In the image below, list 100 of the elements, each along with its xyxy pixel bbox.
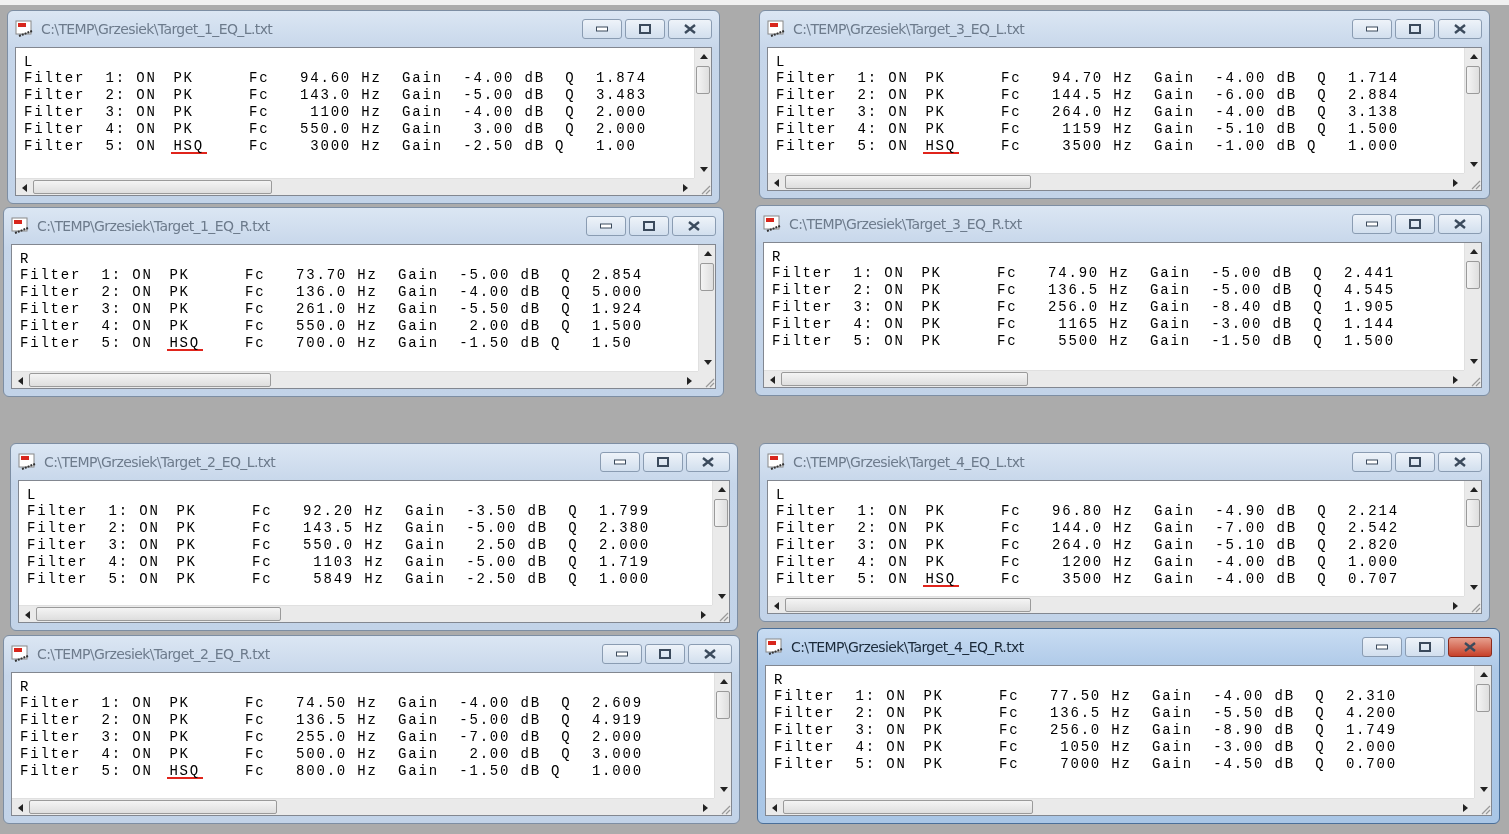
app-icon <box>11 217 31 235</box>
filter-label: Filter 1: ON <box>776 503 909 521</box>
close-button[interactable] <box>668 19 712 39</box>
left-arrow-icon <box>772 803 777 812</box>
resize-grip-icon[interactable] <box>699 183 711 195</box>
filter-type: PK <box>922 725 945 740</box>
scrollbar-thumb[interactable] <box>785 598 1031 612</box>
app-icon <box>767 20 787 38</box>
scrollbar-thumb[interactable] <box>29 373 272 387</box>
close-icon <box>688 221 700 231</box>
filter-parameters: Fc 1100 Hz Gain -4.00 dB Q 2.000 <box>249 104 647 122</box>
filter-type: PK <box>175 557 198 572</box>
resize-grip-icon[interactable] <box>1469 375 1481 387</box>
maximize-icon <box>657 457 669 467</box>
filter-type: PK <box>924 124 947 139</box>
filter-parameters: Fc 261.0 Hz Gain -5.50 dB Q 1.924 <box>245 301 643 319</box>
scrollbar-thumb[interactable] <box>716 691 730 719</box>
filter-label: Filter 5: ON <box>27 571 160 589</box>
close-button[interactable] <box>1438 452 1482 472</box>
filter-type: PK <box>920 285 943 300</box>
filter-label: Filter 3: ON <box>774 722 907 740</box>
maximize-button[interactable] <box>1405 637 1445 657</box>
filter-label: Filter 3: ON <box>776 537 909 555</box>
resize-grip-icon[interactable] <box>1479 803 1491 815</box>
filter-type: PK <box>168 749 191 764</box>
filter-label: Filter 5: ON <box>776 571 909 589</box>
filter-label: Filter 2: ON <box>772 282 905 300</box>
app-icon <box>15 20 35 38</box>
resize-grip-icon[interactable] <box>717 610 729 622</box>
up-arrow-icon <box>1469 487 1478 492</box>
minimize-icon <box>1366 26 1378 32</box>
resize-grip-icon[interactable] <box>1469 601 1481 613</box>
scrollbar-thumb[interactable] <box>1466 66 1480 94</box>
window-title: C:\TEMP\Grzesiek\Target_4_EQ_L.txt <box>793 454 1025 470</box>
filter-label: Filter 5: ON <box>20 335 153 353</box>
filter-label: Filter 4: ON <box>24 121 157 139</box>
maximize-button[interactable] <box>1395 19 1435 39</box>
filter-type: PK <box>922 708 945 723</box>
filter-label: Filter 1: ON <box>20 695 153 713</box>
filter-parameters: Fc 73.70 Hz Gain -5.00 dB Q 2.854 <box>245 267 643 285</box>
filter-label: Filter 4: ON <box>776 554 909 572</box>
maximize-button[interactable] <box>643 452 683 472</box>
scrollbar-thumb[interactable] <box>700 263 714 291</box>
up-arrow-icon <box>717 487 726 492</box>
window-title: C:\TEMP\Grzesiek\Target_3_EQ_R.txt <box>789 216 1022 232</box>
filter-parameters: Fc 5849 Hz Gain -2.50 dB Q 1.000 <box>252 571 650 589</box>
scrollbar-thumb[interactable] <box>714 499 728 527</box>
filter-label: Filter 5: ON <box>776 138 909 156</box>
filter-type: PK <box>172 90 195 105</box>
window-title: C:\TEMP\Grzesiek\Target_4_EQ_R.txt <box>791 639 1024 655</box>
filter-label: Filter 5: ON <box>20 763 153 781</box>
right-arrow-icon <box>687 376 692 385</box>
close-button[interactable] <box>1438 214 1482 234</box>
maximize-button[interactable] <box>645 644 685 664</box>
scrollbar-thumb[interactable] <box>785 175 1031 189</box>
filter-type: PK <box>175 540 198 555</box>
filter-label: Filter 1: ON <box>24 70 157 88</box>
filter-type: PK <box>924 557 947 572</box>
scrollbar-thumb[interactable] <box>1476 684 1490 712</box>
scrollbar-thumb[interactable] <box>781 372 1028 386</box>
maximize-button[interactable] <box>629 216 669 236</box>
scrollbar-thumb[interactable] <box>783 800 1033 814</box>
scrollbar-thumb[interactable] <box>1466 499 1480 527</box>
window-title: C:\TEMP\Grzesiek\Target_3_EQ_L.txt <box>793 21 1025 37</box>
scrollbar-thumb[interactable] <box>29 800 277 814</box>
filter-parameters: Fc 1165 Hz Gain -3.00 dB Q 1.144 <box>997 316 1395 334</box>
close-button[interactable] <box>1438 19 1482 39</box>
filter-type: PK <box>168 732 191 747</box>
close-button[interactable] <box>688 644 732 664</box>
minimize-icon <box>600 223 612 229</box>
resize-grip-icon[interactable] <box>719 803 731 815</box>
maximize-button[interactable] <box>1395 214 1435 234</box>
right-arrow-icon <box>1453 601 1458 610</box>
window-title: C:\TEMP\Grzesiek\Target_2_EQ_R.txt <box>37 646 270 662</box>
scrollbar-thumb[interactable] <box>33 180 273 194</box>
close-button[interactable] <box>686 452 730 472</box>
channel-label: R <box>20 679 31 696</box>
maximize-button[interactable] <box>625 19 665 39</box>
filter-parameters: Fc 3500 Hz Gain -4.00 dB Q 0.707 <box>1001 571 1399 589</box>
scrollbar-thumb[interactable] <box>36 607 281 621</box>
close-button[interactable] <box>1448 637 1492 657</box>
filter-parameters: Fc 94.60 Hz Gain -4.00 dB Q 1.874 <box>249 70 647 88</box>
maximize-button[interactable] <box>1395 452 1435 472</box>
filter-type: PK <box>924 506 947 521</box>
scrollbar-thumb[interactable] <box>696 66 710 94</box>
filter-label: Filter 4: ON <box>20 318 153 336</box>
filter-parameters: Fc 500.0 Hz Gain 2.00 dB Q 3.000 <box>245 746 643 764</box>
filter-type: PK <box>175 574 198 589</box>
filter-parameters: Fc 7000 Hz Gain -4.50 dB Q 0.700 <box>999 756 1397 774</box>
up-arrow-icon <box>703 251 712 256</box>
filter-parameters: Fc 255.0 Hz Gain -7.00 dB Q 2.000 <box>245 729 643 747</box>
resize-grip-icon[interactable] <box>703 376 715 388</box>
scrollbar-thumb[interactable] <box>1466 261 1480 289</box>
filter-label: Filter 2: ON <box>776 87 909 105</box>
left-arrow-icon <box>18 376 23 385</box>
filter-label: Filter 5: ON <box>774 756 907 774</box>
resize-grip-icon[interactable] <box>1469 178 1481 190</box>
filter-type: PK <box>175 506 198 521</box>
close-button[interactable] <box>672 216 716 236</box>
close-icon <box>702 457 714 467</box>
